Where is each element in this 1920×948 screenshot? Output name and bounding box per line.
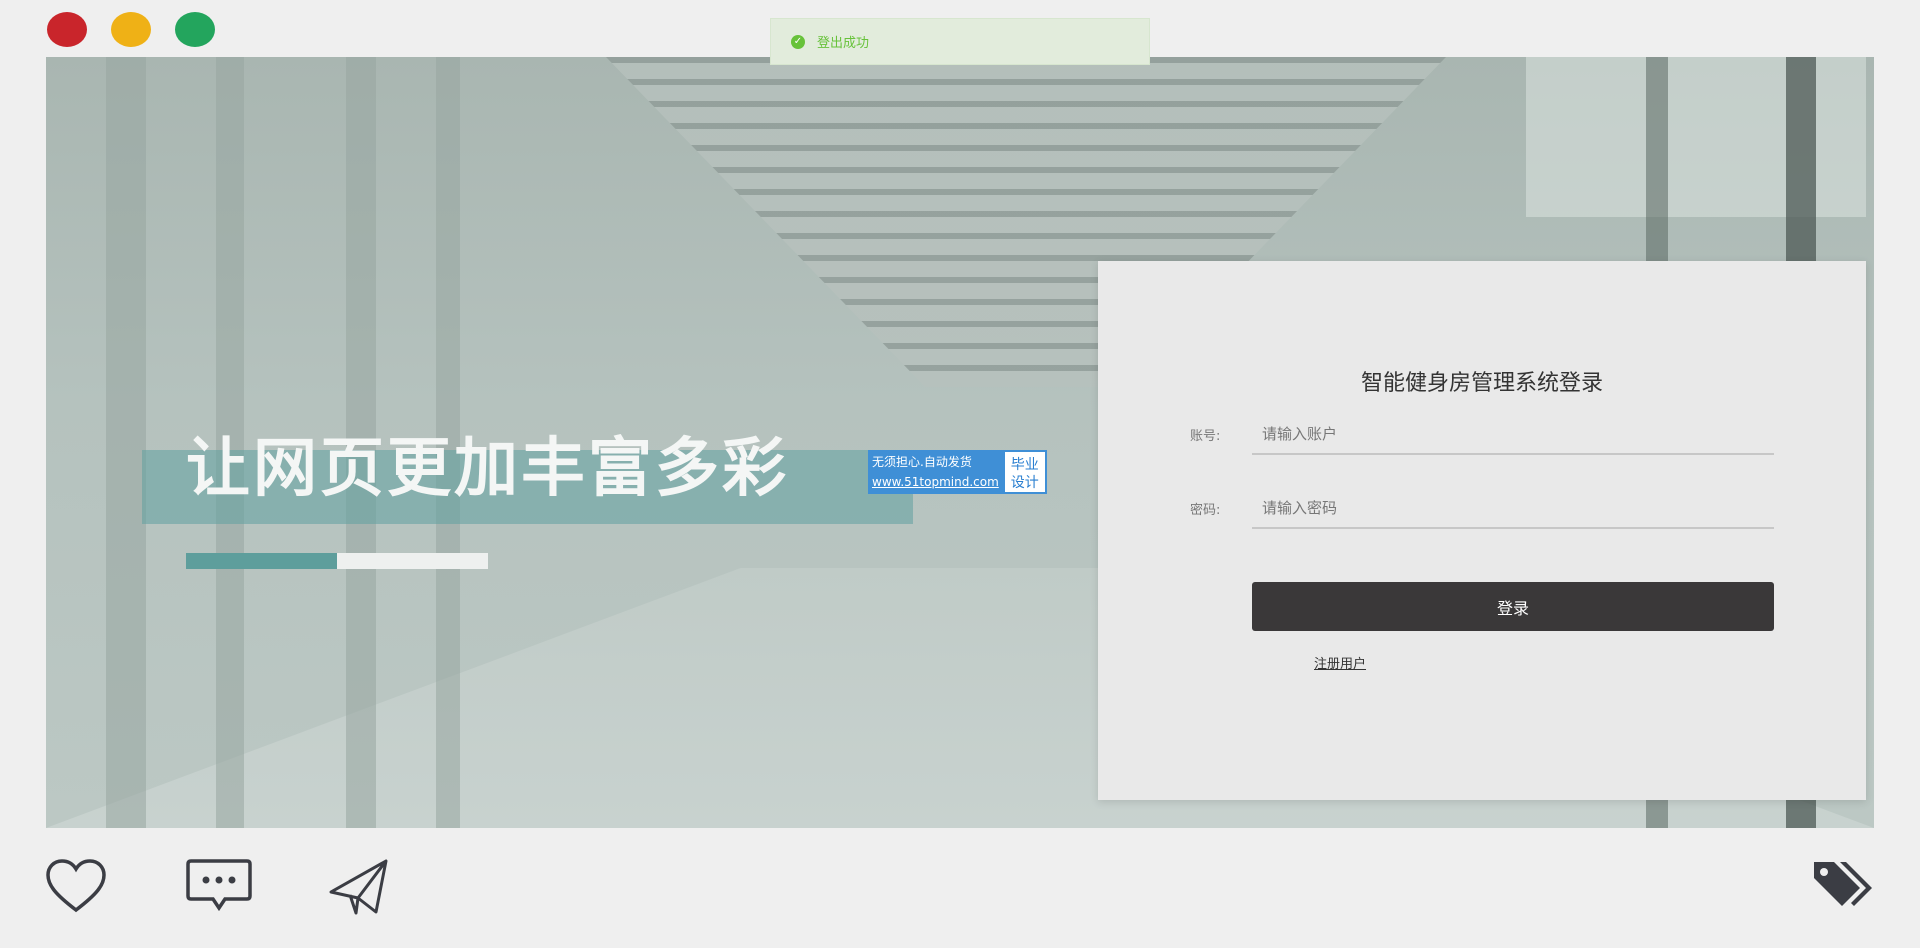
register-link[interactable]: 注册用户	[1314, 653, 1366, 672]
background-scene: 让网页更加丰富多彩 无须担心.自动发货 www.51topmind.com 毕业…	[46, 57, 1874, 828]
watermark-badge-line1: 毕业	[1010, 457, 1039, 473]
hero-title: 让网页更加丰富多彩	[186, 432, 789, 506]
hero-progress-bar	[186, 553, 488, 569]
close-dot[interactable]	[47, 12, 87, 47]
check-circle-icon: ✓	[791, 34, 805, 49]
password-input[interactable]	[1252, 489, 1774, 529]
minimize-dot[interactable]	[111, 12, 151, 47]
maximize-dot[interactable]	[175, 12, 215, 47]
hero-progress-fill	[186, 553, 337, 569]
login-card: 智能健身房管理系统登录 账号: 密码: 登录 注册用户	[1098, 261, 1866, 800]
watermark-line1: 无须担心.自动发货	[872, 455, 972, 469]
watermark-badge-line2: 设计	[1010, 475, 1039, 491]
login-title: 智能健身房管理系统登录	[1360, 371, 1603, 396]
logout-success-toast: ✓ 登出成功	[770, 18, 1150, 65]
watermark-text: 无须担心.自动发货 www.51topmind.com	[868, 450, 1003, 494]
watermark-badge: 毕业 设计	[1002, 450, 1047, 494]
watermark-banner[interactable]: 无须担心.自动发货 www.51topmind.com 毕业 设计	[868, 450, 1047, 494]
chat-icon[interactable]	[185, 858, 253, 916]
toast-message: 登出成功	[817, 36, 870, 51]
account-label: 账号:	[1190, 429, 1221, 444]
scene-pillar	[106, 57, 146, 828]
tag-icon[interactable]	[1812, 858, 1874, 914]
account-input[interactable]	[1252, 415, 1774, 455]
watermark-url[interactable]: www.51topmind.com	[872, 472, 999, 492]
send-icon[interactable]	[328, 858, 390, 920]
login-button[interactable]: 登录	[1252, 582, 1774, 631]
password-label: 密码:	[1190, 503, 1221, 518]
heart-icon[interactable]	[45, 858, 107, 918]
